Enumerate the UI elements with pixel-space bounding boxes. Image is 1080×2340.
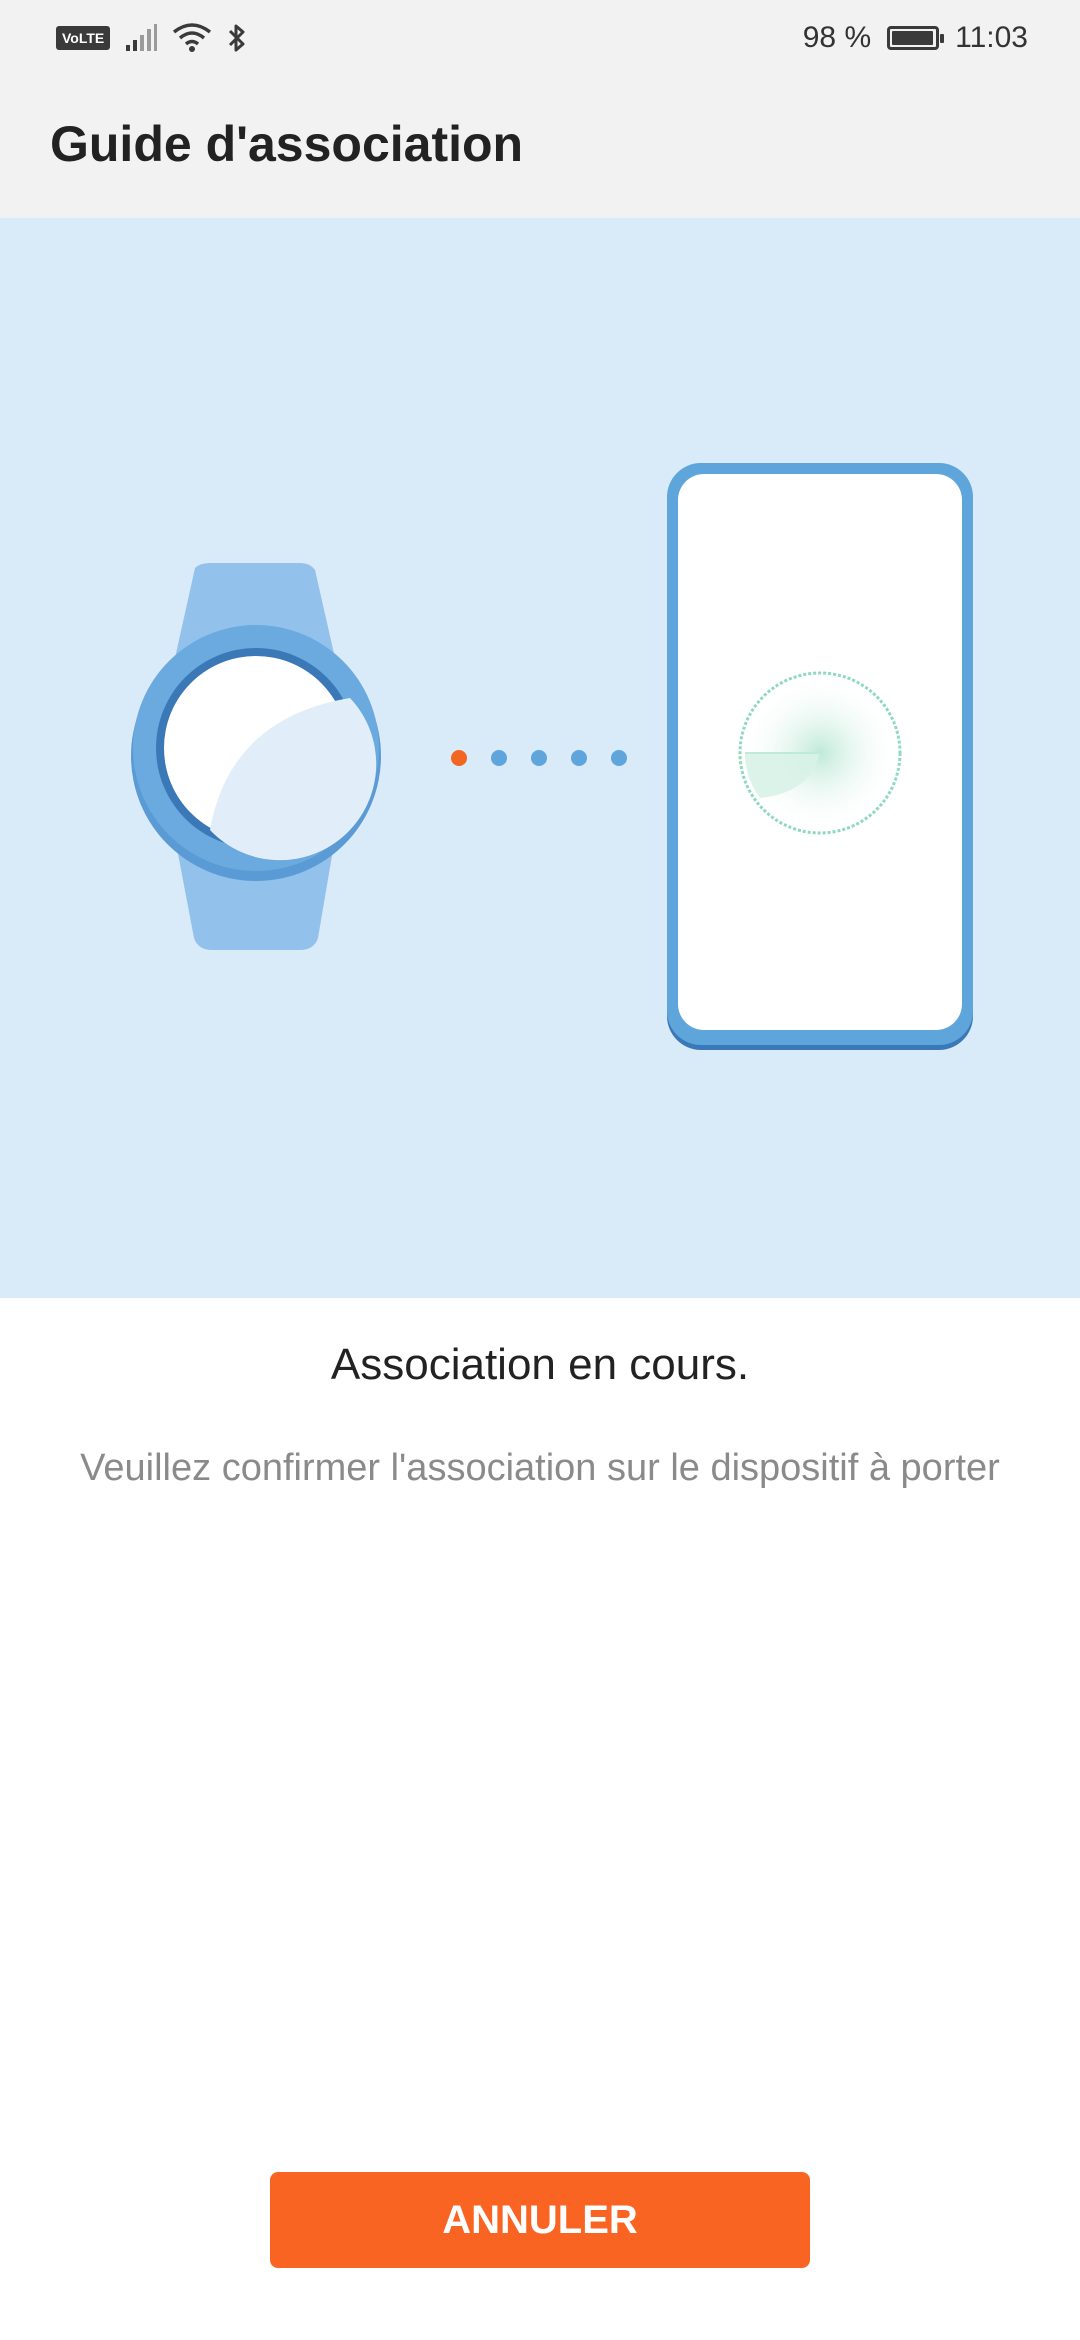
progress-dot-active — [451, 750, 467, 766]
status-bar: VoLTE 98 % 11:03 — [0, 0, 1080, 75]
clock: 11:03 — [955, 21, 1028, 54]
radar-scan-icon — [738, 671, 902, 835]
connection-dots — [451, 750, 627, 766]
app-header: Guide d'association — [0, 75, 1080, 218]
battery-fill — [892, 31, 934, 45]
progress-dot — [531, 750, 547, 766]
battery-icon — [887, 26, 945, 50]
bluetooth-icon — [229, 24, 245, 52]
status-left-icons: VoLTE — [56, 18, 248, 58]
battery-percent: 98 % — [802, 21, 872, 54]
pairing-status-title: Association en cours. — [330, 1340, 750, 1389]
progress-dot — [491, 750, 507, 766]
page-title: Guide d'association — [50, 116, 524, 172]
progress-dot — [611, 750, 627, 766]
signal-icon — [126, 24, 158, 51]
illustration-canvas — [131, 463, 973, 1050]
volte-icon: VoLTE — [56, 26, 111, 50]
wifi-icon — [173, 23, 212, 52]
cancel-button[interactable]: ANNULER — [270, 2172, 810, 2268]
smartwatch-icon — [131, 563, 381, 950]
pairing-screen: VoLTE 98 % 11:03 Guide d'association Ass… — [0, 0, 1080, 2340]
pairing-illustration — [0, 218, 1080, 1298]
progress-dot — [571, 750, 587, 766]
status-right-icons: 98 % 11:03 — [803, 16, 1028, 60]
pairing-status-subtitle: Veuillez confirmer l'association sur le … — [80, 1447, 1000, 1489]
smartphone-icon — [667, 463, 973, 1050]
